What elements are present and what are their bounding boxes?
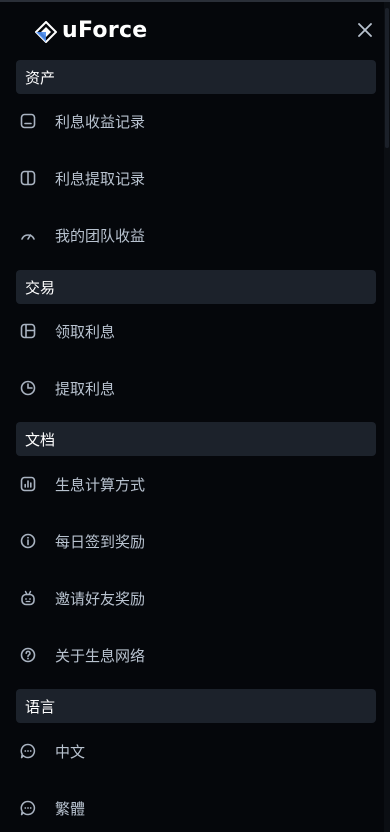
menu-item-withdraw-interest[interactable]: 提取利息 <box>16 366 376 410</box>
menu-item-label: 提取利息 <box>55 379 116 398</box>
menu-item-invite-friends-reward[interactable]: 邀请好友奖励 <box>16 576 376 620</box>
menu-item-interest-income-records[interactable]: 利息收益记录 <box>16 99 376 143</box>
section-header-docs: 文档 <box>16 422 376 456</box>
section-header-assets: 资产 <box>16 60 376 94</box>
menu-item-about-network[interactable]: 关于生息网络 <box>16 633 376 677</box>
menu-item-team-earnings[interactable]: 我的团队收益 <box>16 213 376 257</box>
menu-item-label: 利息收益记录 <box>55 112 146 131</box>
robot-icon <box>19 589 37 607</box>
bar-chart-icon <box>19 475 37 493</box>
menu-item-interest-calculation[interactable]: 生息计算方式 <box>16 462 376 506</box>
chat-icon <box>19 742 37 760</box>
section-header-trading: 交易 <box>16 270 376 304</box>
help-icon <box>19 646 37 664</box>
top-border <box>0 0 390 2</box>
menu-item-lang-simplified-chinese[interactable]: 中文 <box>16 729 376 773</box>
pie-chart-icon <box>19 379 37 397</box>
menu-item-interest-withdrawal-records[interactable]: 利息提取记录 <box>16 156 376 200</box>
section-header-language: 语言 <box>16 689 376 723</box>
side-menu: uForce 资产 利息收益记录 利息提取记录 我的团队收益 交易 领取利息 提… <box>0 0 390 832</box>
menu-item-label: 中文 <box>55 742 86 761</box>
menu-item-lang-traditional-chinese[interactable]: 繁體 <box>16 786 376 830</box>
menu-item-label: 繁體 <box>55 799 86 818</box>
layout-icon <box>19 322 37 340</box>
menu-item-label: 领取利息 <box>55 322 116 341</box>
menu-item-daily-checkin-reward[interactable]: 每日签到奖励 <box>16 519 376 563</box>
gauge-icon <box>19 226 37 244</box>
chat-icon <box>19 799 37 817</box>
menu-item-claim-interest[interactable]: 领取利息 <box>16 309 376 353</box>
menu-item-label: 我的团队收益 <box>55 226 146 245</box>
menu-item-label: 利息提取记录 <box>55 169 146 188</box>
menu-item-label: 生息计算方式 <box>55 475 146 494</box>
brand-name: uForce <box>62 18 148 43</box>
columns-icon <box>19 169 37 187</box>
close-icon[interactable] <box>355 20 375 40</box>
wallet-icon <box>19 112 37 130</box>
menu-item-label: 关于生息网络 <box>55 646 146 665</box>
diamond-logo-icon <box>35 21 57 43</box>
menu-item-label: 邀请好友奖励 <box>55 589 146 608</box>
scrollbar[interactable] <box>384 2 390 832</box>
menu-header: uForce <box>0 12 390 52</box>
info-icon <box>19 532 37 550</box>
menu-item-label: 每日签到奖励 <box>55 532 146 551</box>
